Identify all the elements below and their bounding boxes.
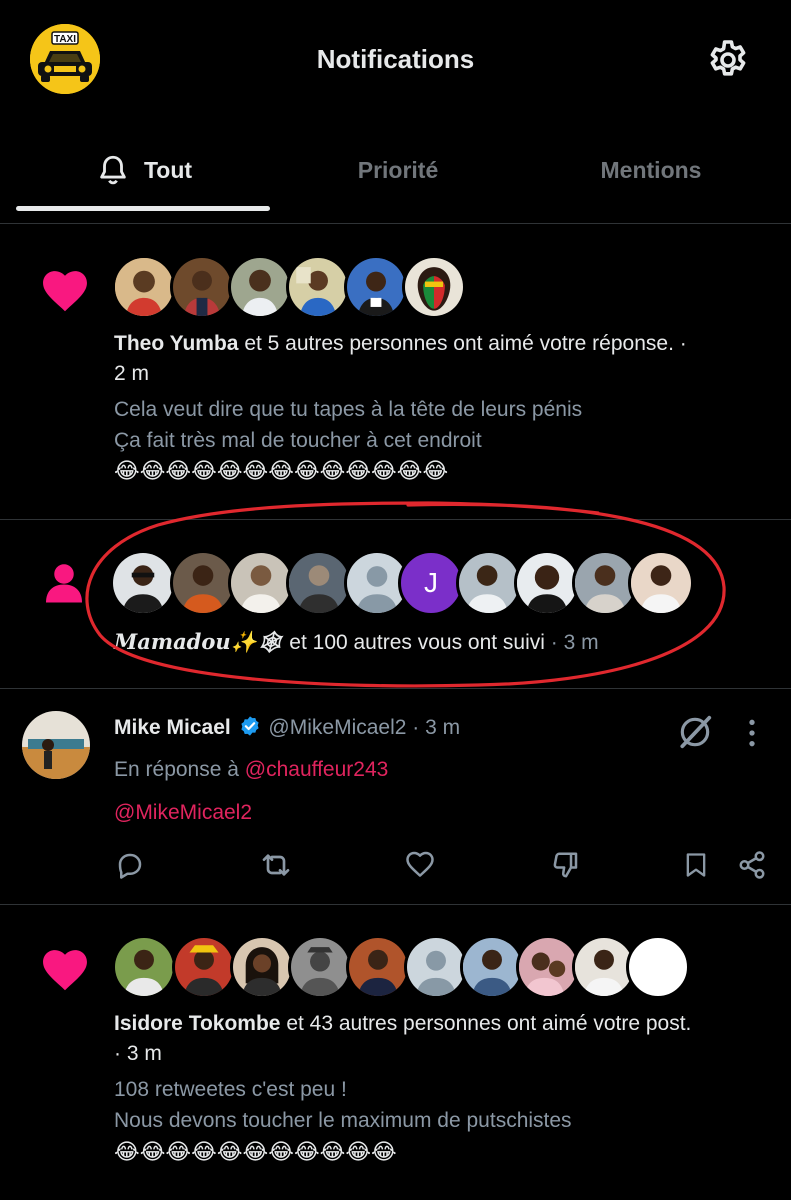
- timestamp: · 3 m: [114, 1042, 162, 1065]
- post-header: Mike Micael @MikeMicael2 · 3 m: [114, 712, 460, 743]
- avatar[interactable]: [288, 935, 352, 999]
- avatar-initial[interactable]: J: [398, 550, 464, 616]
- avatar[interactable]: [286, 255, 350, 319]
- person-icon: [46, 564, 82, 603]
- header: TAXI Notifications: [0, 0, 791, 120]
- more-vertical-icon: [749, 719, 755, 747]
- avatar[interactable]: [346, 935, 410, 999]
- emoji-line: 😂😂😂😂😂😂😂😂😂😂😂: [114, 1139, 397, 1164]
- like-button[interactable]: [400, 845, 440, 885]
- author-avatar[interactable]: [22, 711, 90, 779]
- default-avatar[interactable]: [404, 935, 468, 999]
- avatar[interactable]: [112, 255, 176, 319]
- timestamp: 2 m: [114, 362, 150, 385]
- bookmark-button[interactable]: [676, 845, 716, 885]
- tab-mentions[interactable]: Mentions: [524, 130, 778, 210]
- heart-outline-icon: [406, 851, 434, 877]
- verified-badge-icon: [240, 716, 259, 736]
- avatar[interactable]: [456, 550, 522, 616]
- share-button[interactable]: [732, 845, 772, 885]
- action-text: et 5 autres personnes ont aimé votre rép…: [238, 332, 687, 355]
- avatar[interactable]: [228, 550, 294, 616]
- avatar[interactable]: [514, 550, 580, 616]
- tab-tout[interactable]: Tout: [16, 130, 272, 210]
- reply-post[interactable]: Mike Micael @MikeMicael2 · 3 m En répons…: [0, 689, 791, 905]
- reply-button[interactable]: [110, 845, 150, 885]
- post-content-line: Ça fait très mal de toucher à cet endroi…: [114, 429, 482, 452]
- notification-text: 𝑴𝒂𝒎𝒂𝒅𝒐𝒖✨🕸 et 100 autres vous ont suivi ·…: [114, 626, 599, 658]
- reply-context: En réponse à @chauffeur243: [114, 754, 388, 785]
- actor-name[interactable]: Isidore Tokombe: [114, 1012, 280, 1035]
- avatar[interactable]: [228, 255, 292, 319]
- more-options-button[interactable]: [742, 717, 762, 754]
- timestamp: · 3 m: [550, 631, 599, 654]
- actor-name[interactable]: 𝑴𝒂𝒎𝒂𝒅𝒐𝒖✨🕸: [114, 629, 283, 654]
- settings-button[interactable]: [704, 36, 752, 84]
- avatar[interactable]: [402, 255, 466, 319]
- gear-icon: [710, 40, 746, 76]
- avatar[interactable]: [112, 935, 176, 999]
- avatar[interactable]: [230, 935, 294, 999]
- tab-priorite[interactable]: Priorité: [272, 130, 524, 210]
- post-content-line: 108 retweetes c'est peu !: [114, 1078, 347, 1101]
- heart-icon: [43, 271, 87, 312]
- author-handle[interactable]: @MikeMicael2: [268, 716, 406, 739]
- author-name[interactable]: Mike Micael: [114, 716, 231, 739]
- avatar[interactable]: [516, 935, 580, 999]
- active-tab-indicator: [16, 206, 270, 211]
- bell-icon: [100, 155, 126, 185]
- reply-prefix: En réponse à: [114, 758, 245, 781]
- tab-label-tout: Tout: [143, 156, 193, 183]
- tab-label-mentions: Mentions: [600, 156, 702, 183]
- avatar[interactable]: [286, 550, 352, 616]
- post-body-mention[interactable]: @MikeMicael2: [114, 797, 252, 828]
- avatar[interactable]: [170, 550, 236, 616]
- tab-label-priorite: Priorité: [357, 156, 439, 183]
- actor-name[interactable]: Theo Yumba: [114, 332, 238, 355]
- heart-icon: [43, 950, 87, 991]
- avatar[interactable]: [628, 550, 694, 616]
- avatar[interactable]: [170, 255, 234, 319]
- notification-follow[interactable]: J 𝑴𝒂𝒎𝒂𝒅𝒐𝒖✨🕸 et 100 autres vous ont suivi…: [0, 520, 791, 689]
- notification-tabs: Tout Priorité Mentions: [0, 130, 791, 224]
- thumbs-down-icon: [553, 852, 578, 878]
- avatar[interactable]: [110, 550, 176, 616]
- post-content-line: Nous devons toucher le maximum de putsch…: [114, 1109, 572, 1132]
- notification-like-1[interactable]: Theo Yumba et 5 autres personnes ont aim…: [0, 224, 791, 520]
- post-content-line: Cela veut dire que tu tapes à la tête de…: [114, 398, 583, 421]
- dislike-button[interactable]: [546, 845, 586, 885]
- retweet-icon: [262, 854, 290, 876]
- action-text: et 100 autres vous ont suivi: [283, 631, 545, 654]
- bookmark-icon: [686, 853, 706, 877]
- notification-text: Theo Yumba et 5 autres personnes ont aim…: [114, 328, 687, 359]
- share-icon: [739, 851, 765, 879]
- retweet-button[interactable]: [256, 845, 296, 885]
- notification-like-2[interactable]: Isidore Tokombe et 43 autres personnes o…: [0, 905, 791, 1200]
- avatar[interactable]: [460, 935, 524, 999]
- comment-icon: [118, 853, 142, 879]
- avatar[interactable]: [172, 935, 236, 999]
- notification-text: Isidore Tokombe et 43 autres personnes o…: [114, 1008, 691, 1039]
- emoji-line: 😂😂😂😂😂😂😂😂😂😂😂😂😂: [114, 458, 449, 483]
- avatar-initial-letter: J: [424, 567, 438, 598]
- grok-icon: [680, 715, 712, 749]
- avatar[interactable]: [626, 935, 690, 999]
- action-text: et 43 autres personnes ont aimé votre po…: [280, 1012, 692, 1035]
- reply-to-link[interactable]: @chauffeur243: [245, 758, 389, 781]
- avatar[interactable]: [344, 255, 408, 319]
- grok-button[interactable]: [676, 713, 714, 756]
- page-title: Notifications: [316, 44, 475, 74]
- timestamp: · 3 m: [412, 716, 461, 739]
